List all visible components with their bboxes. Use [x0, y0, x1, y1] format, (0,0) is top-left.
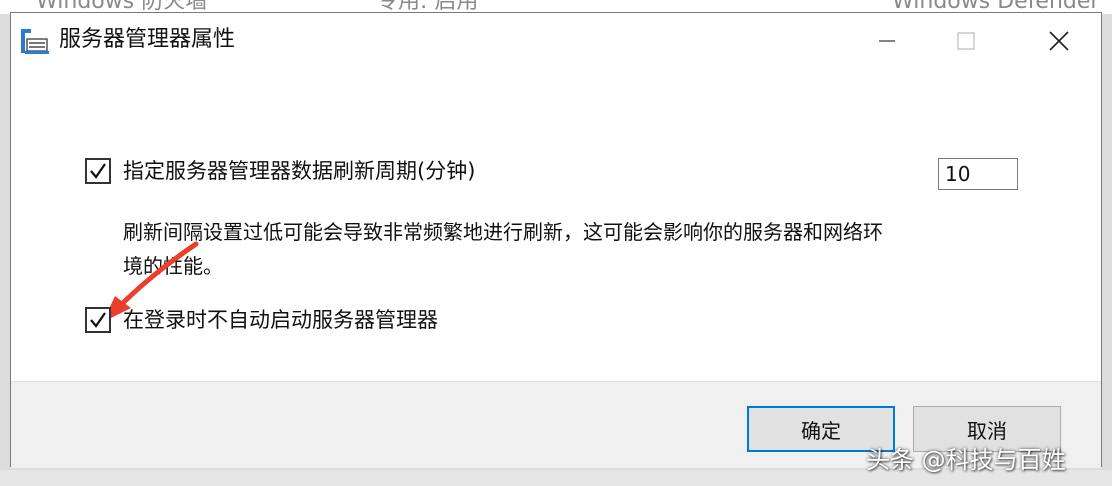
- refresh-period-checkbox[interactable]: [85, 158, 111, 184]
- maximize-icon: [957, 32, 975, 50]
- dialog-content: 指定服务器管理器数据刷新周期(分钟) 刷新间隔设置过低可能会导致非常频繁地进行刷…: [11, 71, 1101, 393]
- refresh-period-input[interactable]: [938, 158, 1018, 190]
- title-bar[interactable]: 服务器管理器属性: [11, 13, 1101, 71]
- close-button[interactable]: [1029, 13, 1089, 69]
- watermark: 头条 @科技与百姓: [866, 446, 1066, 474]
- server-manager-icon: [19, 27, 51, 57]
- minimize-button[interactable]: [864, 13, 910, 69]
- dialog-title: 服务器管理器属性: [59, 27, 236, 52]
- properties-dialog: 服务器管理器属性 指定服务器管理器数据刷新周期(分钟) 刷新间隔设置过低可能会导…: [10, 12, 1102, 468]
- bg-col3: Windows Defender: [892, 0, 1100, 14]
- bg-col2: 专用: 启用: [376, 0, 479, 14]
- minimize-icon: [879, 40, 895, 42]
- no-autostart-checkbox[interactable]: [85, 307, 111, 333]
- refresh-period-label: 指定服务器管理器数据刷新周期(分钟): [123, 159, 476, 183]
- bg-col1: Windows 防火墙: [36, 0, 208, 14]
- checkmark-icon: [90, 312, 106, 328]
- no-autostart-label: 在登录时不自动启动服务器管理器: [123, 308, 438, 332]
- maximize-button[interactable]: [943, 13, 989, 69]
- refresh-warning-text: 刷新间隔设置过低可能会导致非常频繁地进行刷新，这可能会影响你的服务器和网络环境的…: [123, 220, 883, 278]
- checkmark-icon: [90, 163, 106, 179]
- close-icon: [1049, 31, 1069, 51]
